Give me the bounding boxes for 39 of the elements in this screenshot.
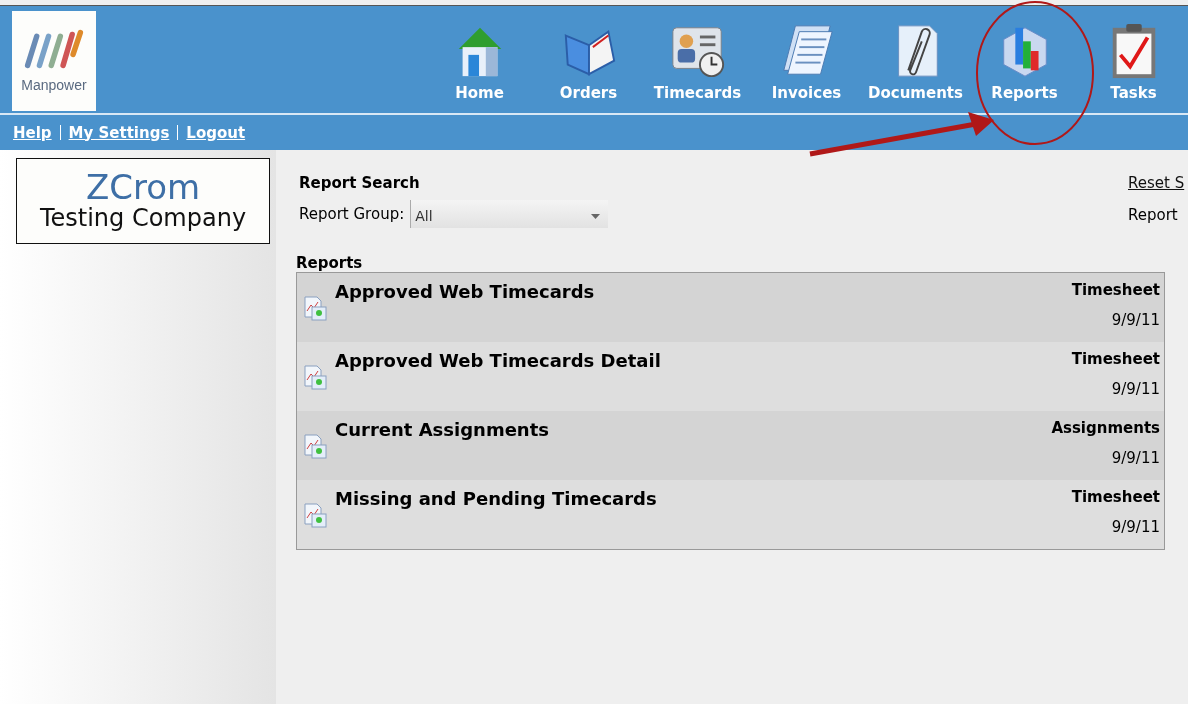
reset-link[interactable]: Reset S — [1128, 174, 1188, 192]
stripes-icon — [22, 29, 86, 69]
report-name: Approved Web Timecards — [335, 281, 596, 302]
report-date: 9/9/11 — [1111, 311, 1160, 329]
report-row[interactable]: Approved Web Timecards Detail Timesheet 9/9/11 — [297, 342, 1164, 411]
report-name: Missing and Pending Timecards — [335, 488, 658, 509]
field-label: Report Group: — [299, 205, 405, 223]
header-link[interactable]: My Settings — [68, 123, 170, 142]
nav-item[interactable]: Home — [425, 6, 534, 102]
company-name: ZCrom — [85, 170, 201, 204]
report-date: 9/9/11 — [1111, 449, 1160, 467]
report-category: Timesheet — [1071, 350, 1160, 368]
report-date: 9/9/11 — [1111, 518, 1160, 536]
report-category: Timesheet — [1071, 488, 1160, 506]
report-name: Current Assignments — [335, 419, 550, 440]
report-document-icon — [303, 364, 327, 390]
company-subtitle: Testing Company — [39, 204, 247, 232]
nav-item[interactable]: Orders — [534, 6, 643, 102]
report-category: Assignments — [1051, 419, 1160, 437]
nav-item[interactable]: Invoices — [752, 6, 861, 102]
dropdown-arrow-icon — [591, 213, 601, 219]
nav-item[interactable]: Reports — [970, 6, 1079, 102]
report-name: Approved Web Timecards Detail — [335, 350, 662, 371]
report-row[interactable]: Missing and Pending Timecards Timesheet 9/9/11 — [297, 480, 1164, 549]
nav-item[interactable]: Documents — [861, 6, 970, 102]
brand-name: Manpower — [21, 77, 87, 93]
report-document-icon — [303, 433, 327, 459]
section-title: Report Search — [299, 174, 421, 192]
nav-item[interactable]: Tasks — [1079, 6, 1188, 102]
header-link[interactable]: Logout — [186, 123, 246, 142]
report-category: Timesheet — [1071, 281, 1160, 299]
section-title: Reports — [296, 254, 364, 272]
header-link[interactable]: Help — [13, 123, 52, 142]
report-document-icon — [303, 295, 327, 321]
nav-item[interactable]: Timecards — [643, 6, 752, 102]
report-document-icon — [303, 502, 327, 528]
field-label: Report — [1128, 206, 1179, 224]
report-group-dropdown[interactable]: All — [410, 200, 609, 228]
report-date: 9/9/11 — [1111, 380, 1160, 398]
